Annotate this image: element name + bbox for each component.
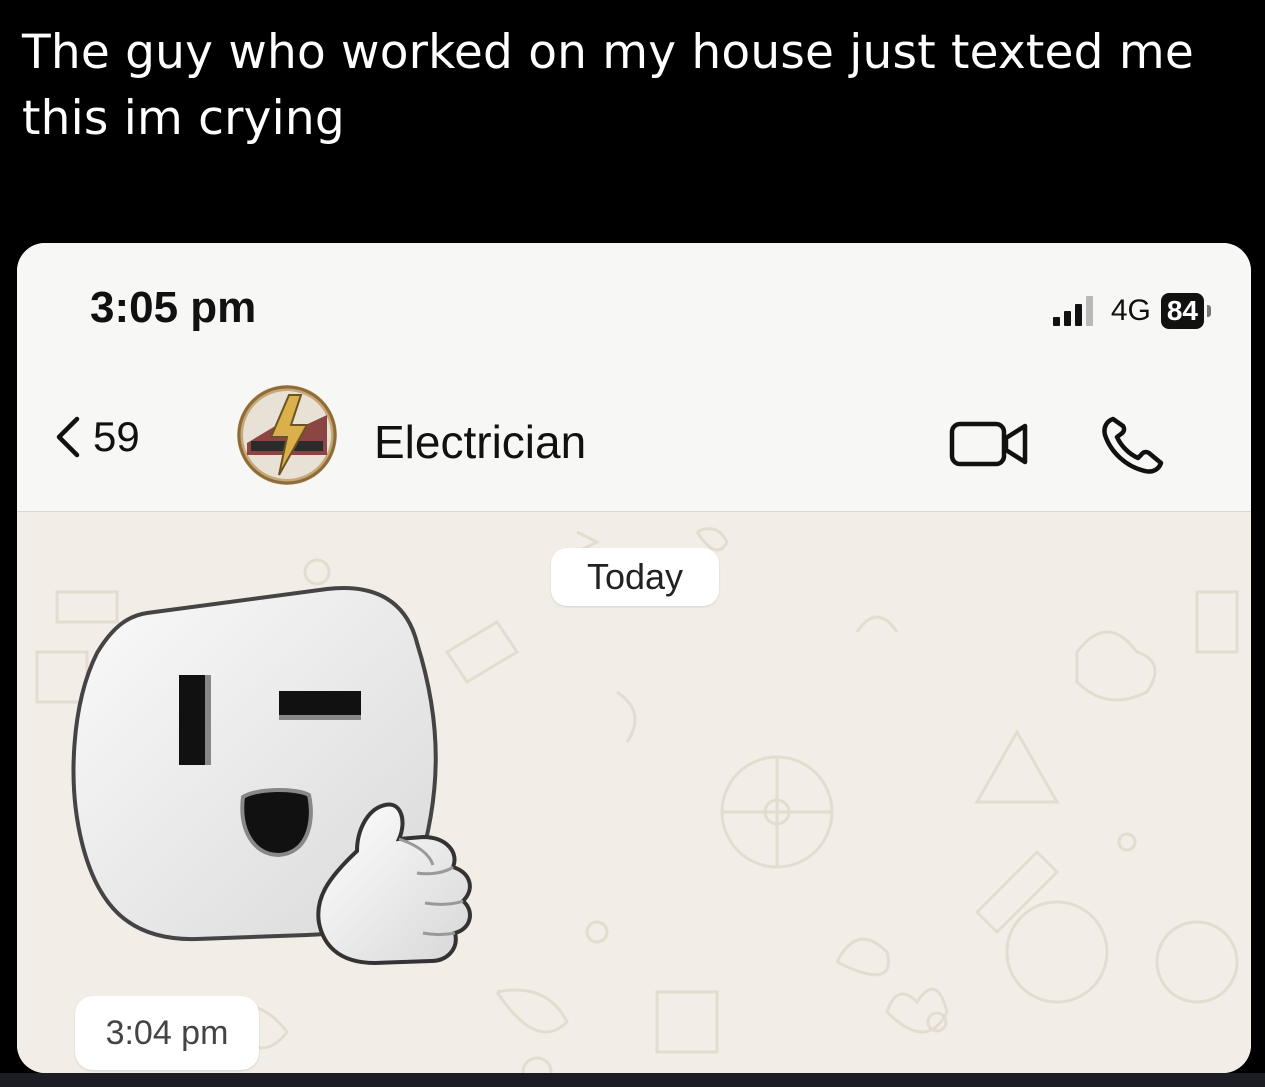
electrician-logo-avatar-icon xyxy=(237,385,337,485)
post-caption: The guy who worked on my house just text… xyxy=(22,25,1194,146)
date-divider: Today xyxy=(551,548,719,606)
unread-count: 59 xyxy=(93,413,140,460)
message-timestamp: 3:04 pm xyxy=(75,996,259,1070)
video-camera-icon xyxy=(949,421,1028,467)
contact-name[interactable]: Electrician xyxy=(374,415,586,469)
chat-screen: 3:05 pm 4G 84 59 Electrician Today 3:04 … xyxy=(17,243,1251,1073)
bottom-strip xyxy=(0,1073,1265,1087)
status-time: 3:05 pm xyxy=(90,283,257,332)
battery-icon: 84 xyxy=(1160,293,1211,329)
contact-avatar[interactable] xyxy=(237,385,337,485)
winking-outlet-thumbs-up-sticker-icon xyxy=(71,586,472,966)
phone-icon xyxy=(1102,416,1164,474)
chat-header: 3:05 pm 4G 84 59 Electrician xyxy=(17,243,1251,512)
status-indicators: 4G 84 xyxy=(1052,291,1211,331)
battery-level: 84 xyxy=(1160,293,1204,329)
back-button[interactable]: 59 xyxy=(55,413,140,461)
message-sticker[interactable] xyxy=(57,583,497,983)
signal-icon xyxy=(1052,296,1093,326)
network-label: 4G xyxy=(1110,294,1151,327)
video-call-button[interactable] xyxy=(949,418,1033,475)
voice-call-button[interactable] xyxy=(1099,415,1165,480)
chevron-left-icon xyxy=(56,416,80,458)
meme-screenshot: The guy who worked on my house just text… xyxy=(0,0,1265,1087)
